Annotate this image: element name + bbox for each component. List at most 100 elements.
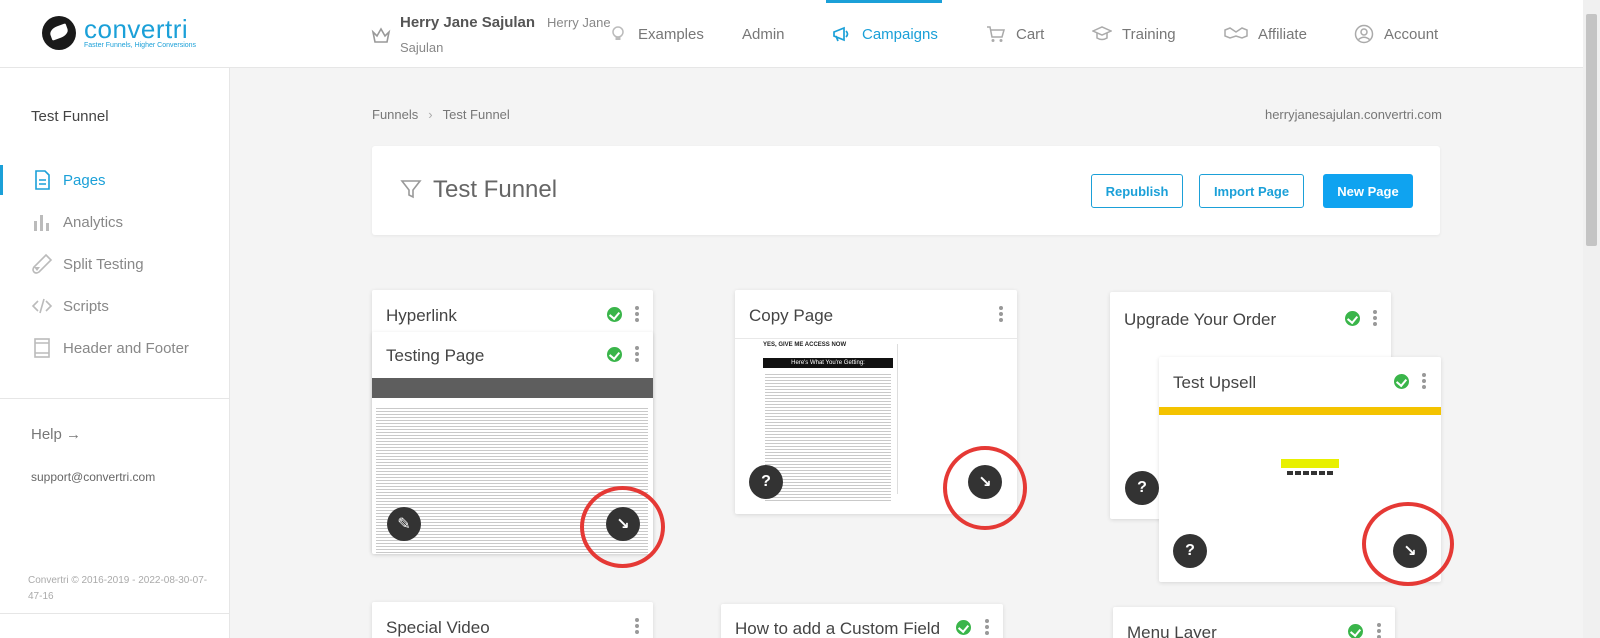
user-circle-icon [1354,24,1374,44]
page-card-menu-layer[interactable]: Menu Layer [1113,607,1395,638]
thumb-bar: Here's What You're Getting: [763,358,893,368]
breadcrumb-current: Test Funnel [442,107,510,122]
funnel-title: Test Funnel [433,176,558,203]
convertri-logo[interactable]: convertri Faster Funnels, Higher Convers… [42,16,196,50]
lightbulb-icon [612,26,624,40]
card-menu-icon[interactable] [1422,373,1426,389]
help-question-icon[interactable]: ? [1173,534,1207,568]
top-navbar: convertri Faster Funnels, Higher Convers… [0,0,1583,68]
megaphone-icon [833,26,849,42]
help-question-icon[interactable]: ? [749,465,783,499]
page-card-title: Upgrade Your Order [1124,310,1277,329]
layout-icon [34,338,50,358]
crown-user-icon [371,27,391,43]
highlight-ring [943,446,1027,530]
card-menu-icon[interactable] [1373,310,1377,326]
highlight-ring [1362,502,1454,586]
republish-button[interactable]: Republish [1091,174,1183,208]
published-check-icon [1394,374,1409,389]
cart-icon [987,26,1005,42]
sidebar: Test Funnel Pages Analytics Split Testin… [0,68,230,638]
nav-campaigns[interactable]: Campaigns [832,0,938,68]
funnel-domain[interactable]: herryjanesajulan.convertri.com [1265,107,1442,122]
new-page-button[interactable]: New Page [1323,174,1413,208]
sidebar-item-analytics-label: Analytics [63,213,124,231]
filter-icon [400,180,422,199]
user-name[interactable]: Herry Jane Sajulan [400,14,535,31]
sidebar-item-scripts[interactable]: Scripts [0,291,229,321]
thumb-header-bar [372,378,653,398]
code-icon [31,298,53,314]
published-check-icon [607,347,622,362]
sidebar-funnel-title: Test Funnel [31,108,109,125]
page-card-title: How to add a Custom Field [735,619,941,638]
thumb-headline: YES, GIVE ME ACCESS NOW [763,342,847,348]
bar-chart-icon [34,215,49,231]
sidebar-item-scripts-label: Scripts [63,297,109,315]
card-menu-icon[interactable] [635,618,639,634]
sidebar-item-header-footer[interactable]: Header and Footer [0,333,229,363]
card-menu-icon[interactable] [985,619,989,635]
page-card-title: Hyperlink [386,306,457,325]
nav-account-label: Account [1384,25,1439,43]
copyright-text: Convertri © 2016-2019 - 2022-08-30-07-47… [28,575,208,602]
nav-affiliate[interactable]: Affiliate [1224,0,1307,68]
logo-tagline: Faster Funnels, Higher Conversions [84,42,197,49]
help-link[interactable]: Help → [31,426,81,443]
sidebar-divider-bottom [0,613,229,614]
page-card-title: Special Video [386,618,490,637]
nav-campaigns-label: Campaigns [862,25,938,43]
page-card-special-video[interactable]: Special Video [372,602,653,638]
published-check-icon [607,307,622,322]
nav-affiliate-label: Affiliate [1258,25,1307,43]
handshake-icon [1224,27,1248,39]
sidebar-divider [0,398,229,399]
nav-admin-label: Admin [742,25,785,43]
sidebar-item-split-testing-label: Split Testing [63,255,144,273]
card-menu-icon[interactable] [1377,623,1381,638]
breadcrumb: Funnels › Test Funnel [372,107,510,122]
nav-training[interactable]: Training [1092,0,1176,68]
nav-cart[interactable]: Cart [986,0,1044,68]
logo-mark-icon [42,16,76,50]
page-thumbnail [765,372,891,502]
nav-examples[interactable]: Examples [608,0,704,68]
card-menu-icon[interactable] [635,306,639,322]
sidebar-item-analytics[interactable]: Analytics [0,207,229,237]
thumb-button [1281,459,1339,468]
thumb-icons [1287,471,1333,475]
nav-examples-label: Examples [638,25,704,43]
sidebar-item-split-testing[interactable]: Split Testing [0,249,229,279]
breadcrumb-funnels[interactable]: Funnels [372,107,418,122]
sidebar-item-pages-label: Pages [63,171,106,189]
breadcrumb-chevron-icon: › [428,107,433,122]
page-card-title: Menu Layer [1127,623,1217,638]
graduation-cap-icon [1092,26,1112,41]
sidebar-item-pages[interactable]: Pages [0,165,229,195]
highlight-ring [580,486,665,568]
page-card-title: Testing Page [386,346,485,365]
nav-cart-label: Cart [1016,25,1045,43]
page-card-custom-field[interactable]: How to add a Custom Field [721,604,1003,638]
user-sub-line2: Sajulan [400,40,444,55]
nav-account[interactable]: Account [1354,0,1438,68]
page-card-title: Copy Page [749,306,834,325]
nav-training-label: Training [1122,25,1176,43]
page-scrollbar-thumb[interactable] [1586,14,1597,246]
page-icon [35,170,50,190]
page-card-title: Test Upsell [1173,373,1257,392]
edit-pencil-icon[interactable]: ✎ [387,507,421,541]
help-question-icon[interactable]: ? [1125,471,1159,505]
support-email[interactable]: support@convertri.com [31,470,155,484]
nav-admin[interactable]: Admin [742,0,785,68]
import-page-button[interactable]: Import Page [1199,174,1304,208]
card-menu-icon[interactable] [635,346,639,362]
published-check-icon [1345,311,1360,326]
user-sub-line1: Herry Jane [547,15,611,30]
published-check-icon [956,620,971,635]
thumb-yellow-bar [1159,407,1441,415]
funnel-header-card: Test Funnel Republish Import Page New Pa… [372,146,1440,235]
card-menu-icon[interactable] [999,306,1003,322]
flask-icon [32,253,53,274]
logo-name: convertri [84,14,189,44]
